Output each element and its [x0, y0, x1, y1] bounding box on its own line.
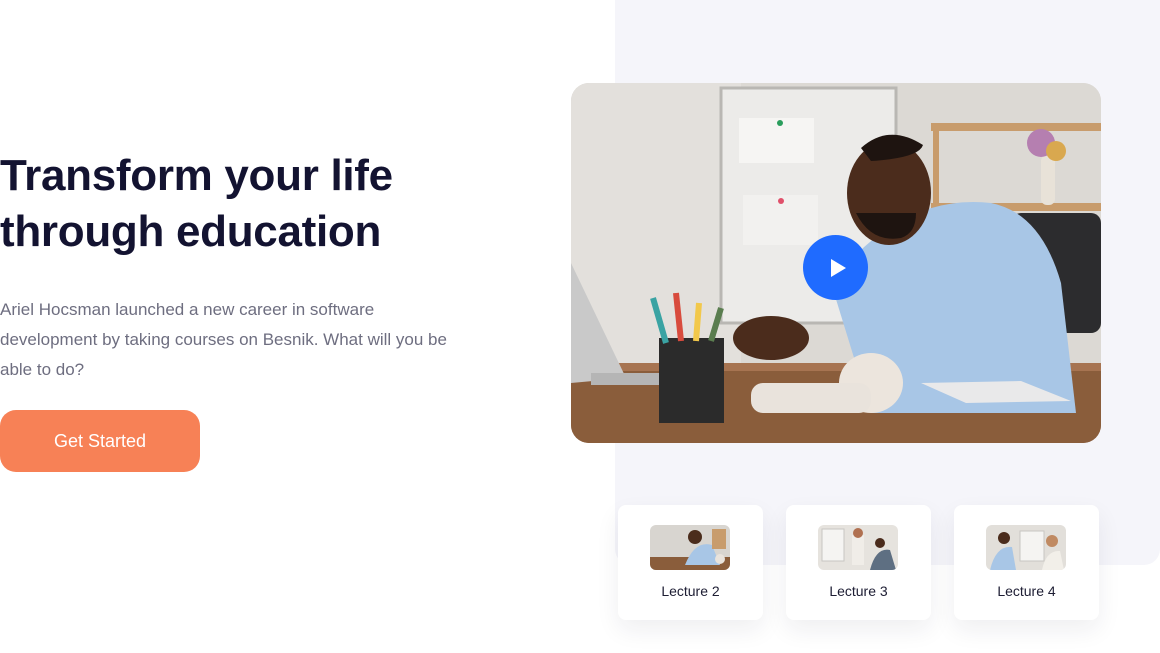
- lecture-card-4[interactable]: Lecture 4: [954, 505, 1099, 620]
- get-started-button[interactable]: Get Started: [0, 410, 200, 472]
- lecture-thumbnail: [818, 525, 898, 570]
- hero-title-line-2: through education: [0, 207, 382, 256]
- play-icon: [830, 258, 846, 277]
- lecture-label: Lecture 3: [829, 583, 888, 599]
- hero-title: Transform your life through education: [0, 148, 480, 260]
- hero-title-line-1: Transform your life: [0, 151, 393, 200]
- lecture-card-2[interactable]: Lecture 2: [618, 505, 763, 620]
- play-button[interactable]: [803, 235, 868, 300]
- video-player[interactable]: [571, 83, 1101, 443]
- hero-description: Ariel Hocsman launched a new career in s…: [0, 300, 447, 379]
- lecture-thumbnail: [650, 525, 730, 570]
- lecture-card-3[interactable]: Lecture 3: [786, 505, 931, 620]
- lecture-label: Lecture 4: [997, 583, 1056, 599]
- lecture-thumbnail: [986, 525, 1066, 570]
- lecture-label: Lecture 2: [661, 583, 720, 599]
